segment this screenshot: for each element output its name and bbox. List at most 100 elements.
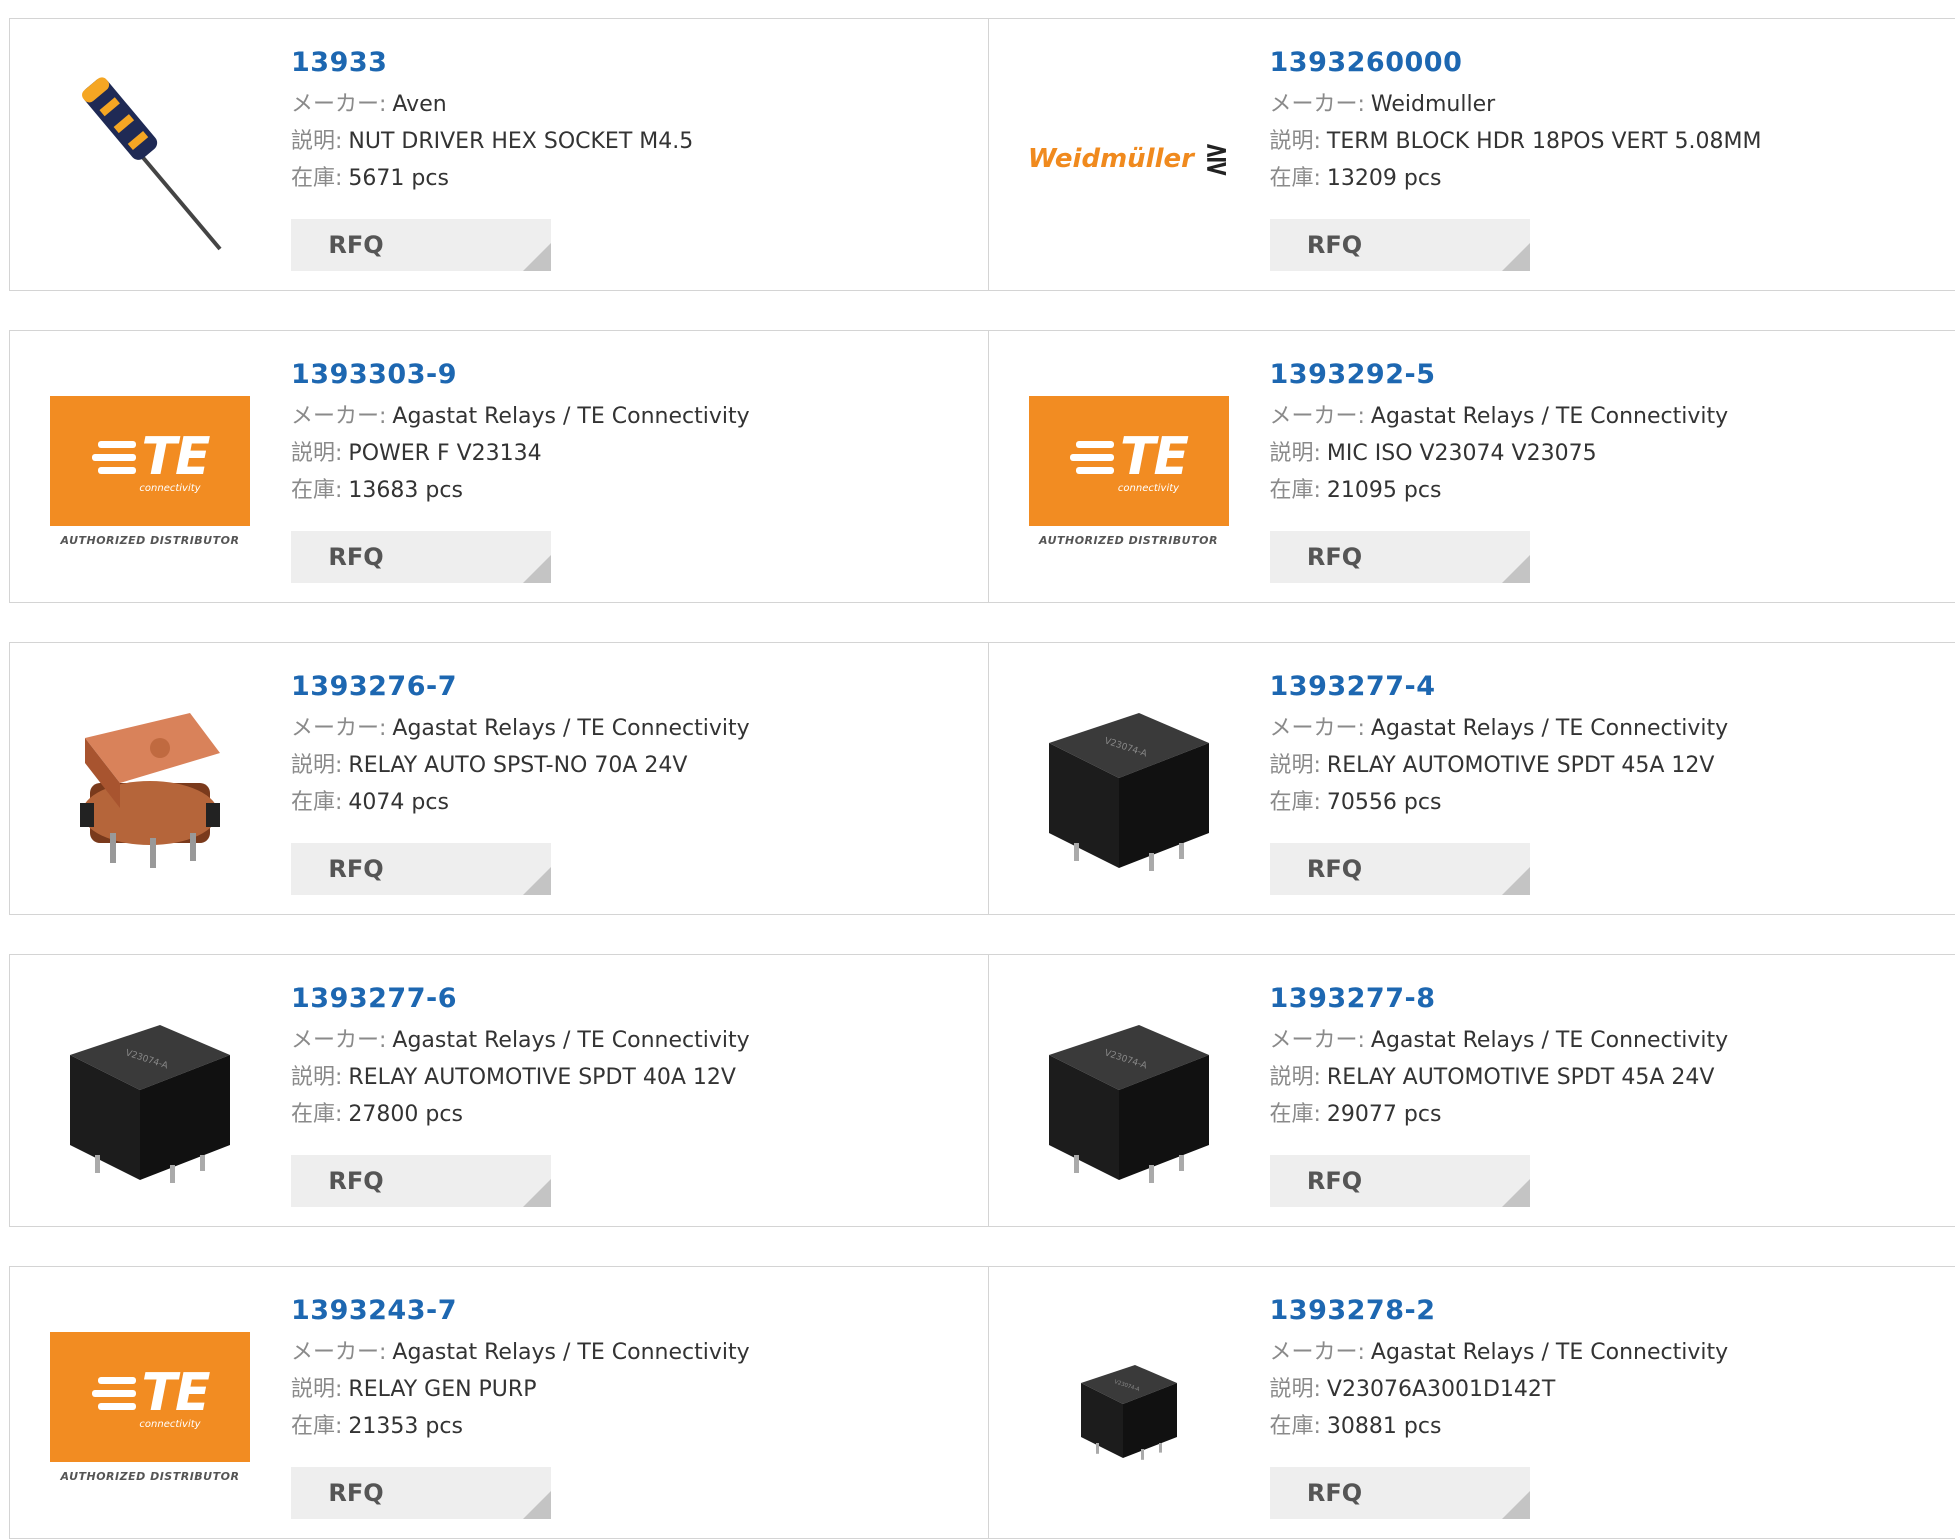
description-line: 説明:V23076A3001D142T (1270, 1371, 1729, 1408)
maker-line: メーカー:Agastat Relays / TE Connectivity (1270, 710, 1729, 747)
screwdriver-image (50, 59, 250, 259)
maker-label: メーカー: (1270, 404, 1365, 429)
stock-label: 在庫: (1270, 790, 1321, 815)
product-image[interactable] (50, 59, 250, 259)
product-info: 1393260000 メーカー:Weidmuller 説明:TERM BLOCK… (1270, 47, 1762, 197)
description-value: POWER F V23134 (348, 441, 541, 466)
description-line: 説明:MIC ISO V23074 V23075 (1270, 435, 1729, 472)
stock-value: 29077 pcs (1327, 1102, 1442, 1127)
description-label: 説明: (291, 1377, 342, 1402)
part-number-link[interactable]: 1393278-2 (1270, 1295, 1729, 1326)
description-line: 説明:RELAY AUTOMOTIVE SPDT 45A 24V (1270, 1059, 1729, 1096)
rfq-button[interactable]: RFQ (1270, 843, 1530, 895)
authorized-distributor-text: AUTHORIZED DISTRIBUTOR (1029, 534, 1229, 547)
description-label: 説明: (1270, 129, 1321, 154)
stock-label: 在庫: (1270, 166, 1321, 191)
stock-label: 在庫: (291, 790, 342, 815)
authorized-distributor-text: AUTHORIZED DISTRIBUTOR (50, 1470, 250, 1483)
product-card: 13933 メーカー:Aven 説明:NUT DRIVER HEX SOCKET… (10, 19, 988, 290)
product-info: 1393277-4 メーカー:Agastat Relays / TE Conne… (1270, 671, 1729, 821)
rfq-button[interactable]: RFQ (291, 1467, 551, 1519)
corner-triangle-icon (1502, 1491, 1530, 1519)
stock-label: 在庫: (1270, 1102, 1321, 1127)
product-row: TEconnectivityAUTHORIZED DISTRIBUTOR 139… (9, 1266, 1955, 1539)
stock-line: 在庫:29077 pcs (1270, 1096, 1729, 1133)
maker-value: Agastat Relays / TE Connectivity (392, 716, 749, 741)
part-number-link[interactable]: 1393277-4 (1270, 671, 1729, 702)
stock-value: 5671 pcs (348, 166, 449, 191)
product-info: 13933 メーカー:Aven 説明:NUT DRIVER HEX SOCKET… (291, 47, 693, 197)
rfq-button-label: RFQ (291, 219, 421, 271)
product-info: 1393292-5 メーカー:Agastat Relays / TE Conne… (1270, 359, 1729, 509)
part-number-link[interactable]: 1393277-6 (291, 983, 750, 1014)
maker-line: メーカー:Agastat Relays / TE Connectivity (1270, 1022, 1729, 1059)
rfq-button[interactable]: RFQ (1270, 1155, 1530, 1207)
rfq-button[interactable]: RFQ (1270, 219, 1530, 271)
product-card: TEconnectivityAUTHORIZED DISTRIBUTOR 139… (10, 331, 988, 602)
product-image[interactable]: Weidmüller⋛ (1029, 59, 1229, 259)
product-row: TEconnectivityAUTHORIZED DISTRIBUTOR 139… (9, 330, 1955, 603)
stock-value: 13683 pcs (348, 478, 463, 503)
rfq-button[interactable]: RFQ (291, 531, 551, 583)
part-number-link[interactable]: 13933 (291, 47, 693, 78)
product-row: 13933 メーカー:Aven 説明:NUT DRIVER HEX SOCKET… (9, 18, 1955, 291)
description-line: 説明:NUT DRIVER HEX SOCKET M4.5 (291, 123, 693, 160)
part-number-link[interactable]: 1393277-8 (1270, 983, 1729, 1014)
part-number-link[interactable]: 1393292-5 (1270, 359, 1729, 390)
rfq-button-label: RFQ (291, 1155, 421, 1207)
maker-line: メーカー:Agastat Relays / TE Connectivity (291, 398, 750, 435)
maker-value: Agastat Relays / TE Connectivity (1371, 1340, 1728, 1365)
description-label: 説明: (291, 1065, 342, 1090)
product-info: 1393278-2 メーカー:Agastat Relays / TE Conne… (1270, 1295, 1729, 1445)
product-card: 1393276-7 メーカー:Agastat Relays / TE Conne… (10, 643, 988, 914)
product-image[interactable]: V23074-A (50, 995, 250, 1195)
te-logo-letters: TE (142, 427, 209, 487)
rfq-button[interactable]: RFQ (291, 1155, 551, 1207)
maker-value: Agastat Relays / TE Connectivity (392, 1028, 749, 1053)
maker-label: メーカー: (1270, 92, 1365, 117)
weidmuller-logo: Weidmüller⋛ (1028, 142, 1229, 177)
te-connectivity-logo: TEconnectivityAUTHORIZED DISTRIBUTOR (50, 1332, 250, 1483)
product-image[interactable]: TEconnectivityAUTHORIZED DISTRIBUTOR (50, 371, 250, 571)
product-card: Weidmüller⋛ 1393260000 メーカー:Weidmuller 説… (988, 19, 1955, 290)
rfq-button[interactable]: RFQ (291, 219, 551, 271)
authorized-distributor-text: AUTHORIZED DISTRIBUTOR (50, 534, 250, 547)
rfq-button[interactable]: RFQ (1270, 531, 1530, 583)
black-relay-image: V23074-A (50, 995, 250, 1195)
maker-value: Agastat Relays / TE Connectivity (392, 404, 749, 429)
product-image[interactable]: TEconnectivityAUTHORIZED DISTRIBUTOR (50, 1307, 250, 1507)
description-label: 説明: (1270, 1065, 1321, 1090)
part-number-link[interactable]: 1393303-9 (291, 359, 750, 390)
stock-line: 在庫:70556 pcs (1270, 784, 1729, 821)
product-info: 1393277-6 メーカー:Agastat Relays / TE Conne… (291, 983, 750, 1133)
part-number-link[interactable]: 1393243-7 (291, 1295, 750, 1326)
rfq-button[interactable]: RFQ (291, 843, 551, 895)
corner-triangle-icon (1502, 1179, 1530, 1207)
description-value: RELAY AUTOMOTIVE SPDT 45A 24V (1327, 1065, 1714, 1090)
maker-line: メーカー:Aven (291, 86, 693, 123)
te-logo-sub: connectivity (1118, 483, 1179, 494)
product-image[interactable]: TEconnectivityAUTHORIZED DISTRIBUTOR (1029, 371, 1229, 571)
stock-label: 在庫: (291, 478, 342, 503)
product-image[interactable]: V23074-A (1029, 683, 1229, 883)
corner-triangle-icon (1502, 555, 1530, 583)
product-image[interactable]: V23074-A (1029, 995, 1229, 1195)
stock-value: 13209 pcs (1327, 166, 1442, 191)
maker-value: Weidmuller (1371, 92, 1495, 117)
maker-value: Agastat Relays / TE Connectivity (1371, 716, 1728, 741)
description-label: 説明: (1270, 753, 1321, 778)
stock-value: 27800 pcs (348, 1102, 463, 1127)
description-value: RELAY GEN PURP (348, 1377, 536, 1402)
product-image[interactable] (50, 683, 250, 883)
corner-triangle-icon (523, 243, 551, 271)
description-value: RELAY AUTOMOTIVE SPDT 40A 12V (348, 1065, 735, 1090)
part-number-link[interactable]: 1393260000 (1270, 47, 1762, 78)
part-number-link[interactable]: 1393276-7 (291, 671, 750, 702)
corner-triangle-icon (523, 555, 551, 583)
product-card: V23074-A 1393278-2 メーカー:Agastat Relays /… (988, 1267, 1955, 1538)
maker-line: メーカー:Agastat Relays / TE Connectivity (291, 710, 750, 747)
corner-triangle-icon (1502, 243, 1530, 271)
product-image[interactable]: V23074-A (1029, 1307, 1229, 1507)
maker-line: メーカー:Weidmuller (1270, 86, 1762, 123)
rfq-button[interactable]: RFQ (1270, 1467, 1530, 1519)
